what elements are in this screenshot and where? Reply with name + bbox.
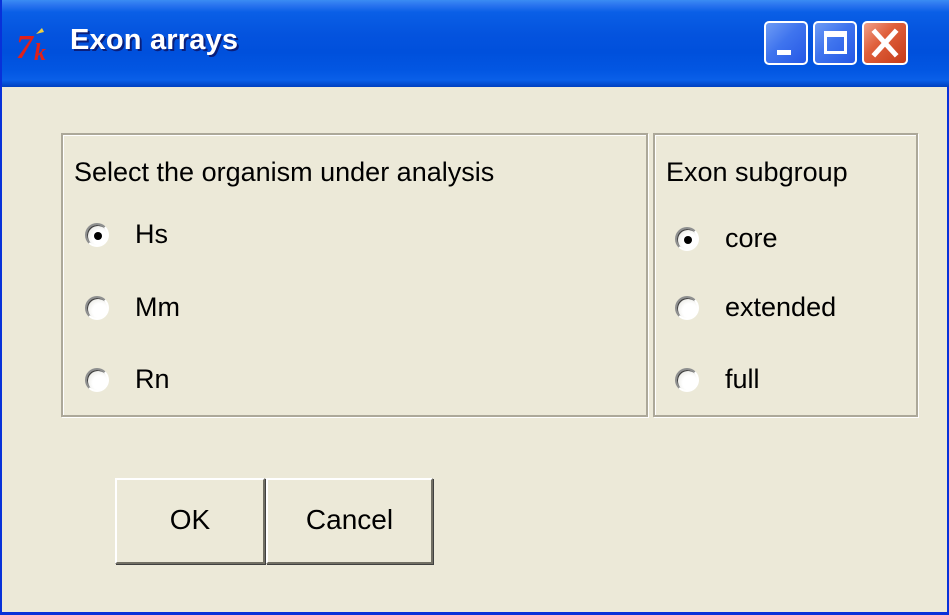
radio-button[interactable] <box>85 223 109 247</box>
radio-label: extended <box>725 292 837 322</box>
dialog-window: 7 k Exon arrays Select the organism unde… <box>0 0 949 615</box>
close-icon <box>871 28 899 58</box>
minimize-button[interactable] <box>764 21 808 65</box>
maximize-button[interactable] <box>813 21 857 65</box>
ok-button[interactable]: OK <box>115 478 265 564</box>
radio-label: Mm <box>135 292 180 322</box>
radio-label: Hs <box>135 219 168 249</box>
radio-button[interactable] <box>675 368 699 392</box>
window-title: Exon arrays <box>70 24 239 56</box>
svg-text:7: 7 <box>16 29 35 66</box>
radio-button[interactable] <box>675 296 699 320</box>
radio-label: core <box>725 223 778 253</box>
radio-selected-dot <box>94 232 102 240</box>
maximize-icon <box>824 31 847 54</box>
minimize-icon <box>777 50 791 55</box>
radio-button[interactable] <box>85 368 109 392</box>
cancel-button[interactable]: Cancel <box>266 478 433 564</box>
organism-group: Select the organism under analysis Hs Mm… <box>61 133 648 417</box>
organism-group-title: Select the organism under analysis <box>74 157 495 187</box>
exon-subgroup-title: Exon subgroup <box>666 157 848 187</box>
radio-selected-dot <box>684 236 692 244</box>
radio-button[interactable] <box>675 227 699 251</box>
tk-logo-icon: 7 k <box>16 28 46 66</box>
radio-label: Rn <box>135 364 170 394</box>
close-button[interactable] <box>862 21 908 65</box>
exon-subgroup-group: Exon subgroup core extended full <box>653 133 918 417</box>
title-bar[interactable]: 7 k Exon arrays <box>2 0 949 87</box>
radio-label: full <box>725 364 760 394</box>
svg-text:k: k <box>34 40 46 66</box>
radio-button[interactable] <box>85 296 109 320</box>
